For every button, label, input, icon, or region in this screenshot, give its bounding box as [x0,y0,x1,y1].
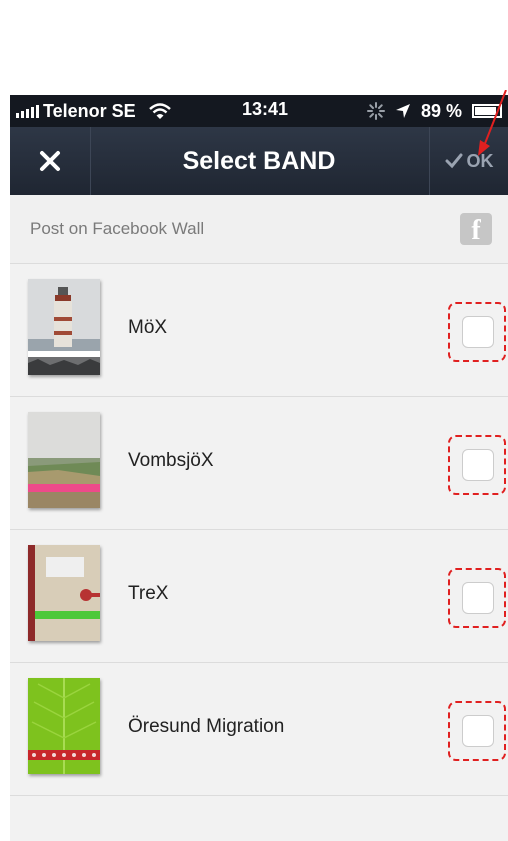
band-select-checkbox[interactable] [462,582,494,614]
band-row-oresund-migration[interactable]: Öresund Migration [10,663,508,796]
leaf-icon [28,678,100,774]
band-row-mox[interactable]: MöX [10,264,508,397]
highlight-box [448,701,506,761]
band-name: VombsjöX [128,450,214,471]
carrier-name: Telenor SE [43,100,136,121]
band-cover-notebook [28,545,100,641]
battery-percent: 89 % [420,100,462,121]
notebook-icon [28,545,100,641]
landscape-icon [28,412,100,508]
close-button[interactable] [10,127,91,195]
band-cover-leaf [28,678,100,774]
band-select-checkbox[interactable] [462,715,494,747]
band-list-screen: Post on Facebook Wall f MöX VombsjöX Tre… [10,195,508,841]
lighthouse-icon [28,279,100,375]
highlight-box [448,568,506,628]
signal-strength-icon [16,104,39,118]
status-bar: Telenor SE 13:41 89 % [10,95,508,127]
band-cover-field [28,412,100,508]
band-name: Öresund Migration [128,716,285,737]
annotation-arrow-icon [478,90,507,156]
band-name: MöX [128,317,168,338]
wifi-icon [148,103,171,119]
band-row-trex[interactable]: TreX [10,530,508,663]
facebook-post-row[interactable]: Post on Facebook Wall f [10,195,508,264]
activity-spinner-icon [366,102,385,120]
band-select-checkbox[interactable] [462,316,494,348]
location-arrow-icon [395,104,410,118]
band-name: TreX [128,583,169,604]
page-title: Select BAND [182,147,336,175]
navigation-bar: Select BAND OK [10,127,508,195]
band-row-vombsjox[interactable]: VombsjöX [10,397,508,530]
checkmark-icon [445,153,462,169]
close-icon [40,151,60,171]
facebook-icon[interactable]: f [460,213,492,246]
band-select-checkbox[interactable] [462,449,494,481]
highlight-box [448,302,506,362]
band-cover-lighthouse [28,279,100,375]
highlight-box [448,435,506,495]
status-time: 13:41 [242,99,289,119]
facebook-post-label: Post on Facebook Wall [30,219,205,238]
